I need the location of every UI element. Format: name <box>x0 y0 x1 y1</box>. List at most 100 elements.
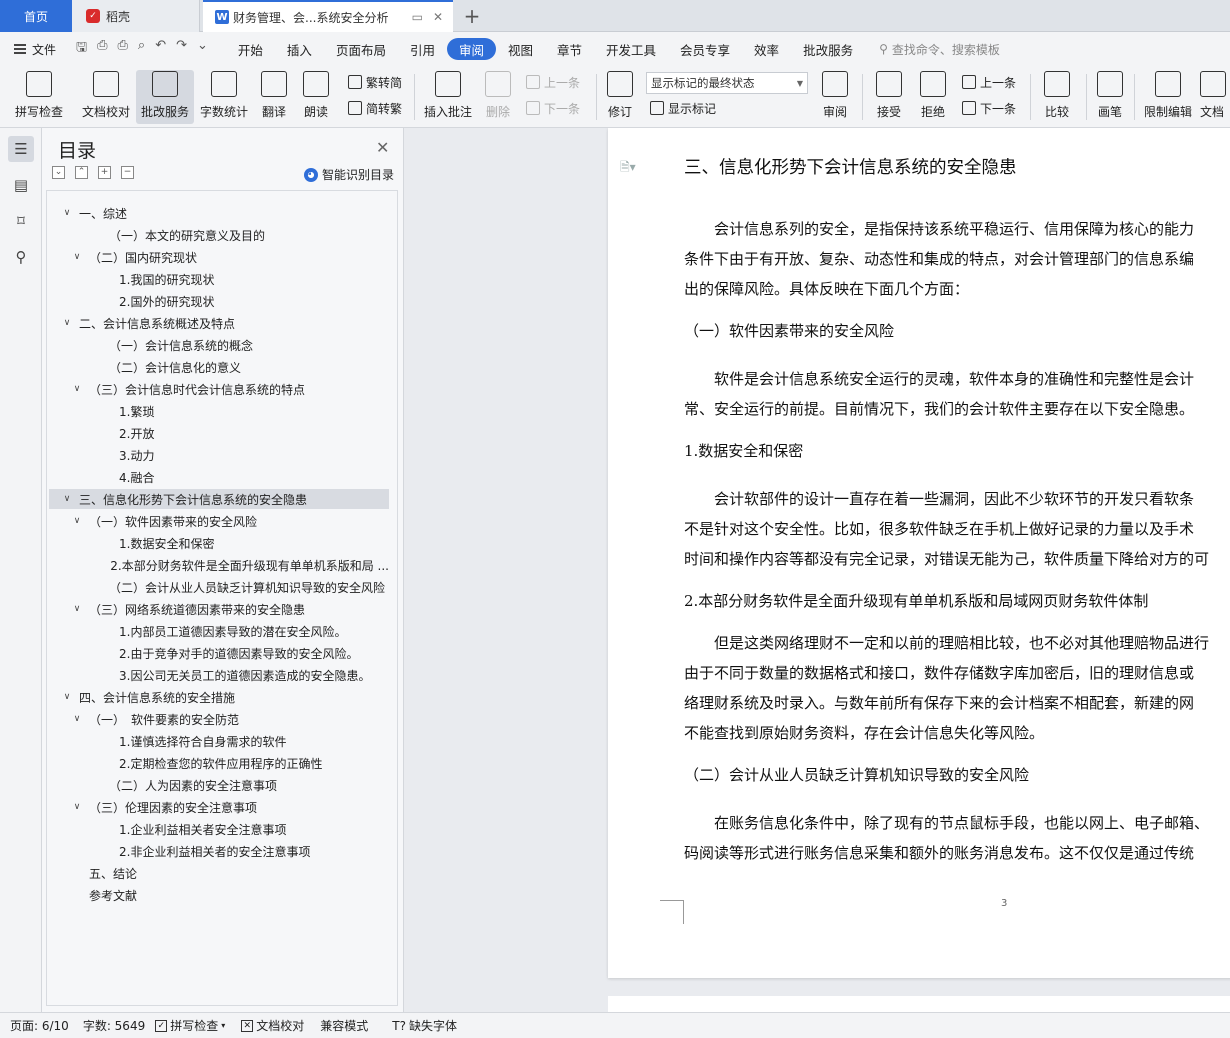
word-count-button[interactable]: 字数统计 <box>196 70 252 124</box>
file-menu[interactable]: 文件 <box>14 41 56 58</box>
toc-item[interactable]: 1.我国的研究现状 <box>49 269 389 289</box>
export-pdf-icon[interactable]: ⎙ <box>97 38 107 60</box>
new-tab-button[interactable]: + <box>460 0 484 32</box>
menu-tab[interactable]: 章节 <box>545 38 594 60</box>
read-aloud-button[interactable]: 朗读 <box>298 70 334 124</box>
menu-tab[interactable]: 页面布局 <box>324 38 398 60</box>
correction-service-button[interactable]: 批改服务 <box>136 70 194 124</box>
toc-item[interactable]: （二）人为因素的安全注意事项 <box>49 775 389 795</box>
translate-button[interactable]: 翻译 <box>256 70 292 124</box>
pen-button[interactable]: 画笔 <box>1092 70 1128 124</box>
menu-tab[interactable]: 插入 <box>275 38 324 60</box>
spell-check-status[interactable]: ✓ 拼写检查 ▾ <box>155 1017 225 1034</box>
tab-daoke[interactable]: ✓ 稻壳 <box>72 0 200 32</box>
toc-item[interactable]: ∨ （一）软件因素带来的安全风险 <box>49 511 389 531</box>
toc-item[interactable]: （一）本文的研究意义及目的 <box>49 225 389 245</box>
command-search[interactable]: ⚲ 查找命令、搜索模板 <box>879 41 1000 58</box>
toc-item[interactable]: ∨ 一、综述 <box>49 203 389 223</box>
tab-home[interactable]: 首页 <box>0 0 72 32</box>
redo-icon[interactable]: ↷ <box>176 38 187 60</box>
missing-font-status[interactable]: T? 缺失字体 <box>392 1017 457 1034</box>
toc-item[interactable]: ∨ 二、会计信息系统概述及特点 <box>49 313 389 333</box>
print-preview-icon[interactable]: ⌕ <box>138 38 145 60</box>
toc-item[interactable]: 2.本部分财务软件是全面升级现有单单机系版和局 ... <box>49 555 389 575</box>
toc-item[interactable]: 2.国外的研究现状 <box>49 291 389 311</box>
chevron-down-icon[interactable]: ∨ <box>71 516 83 526</box>
remove-heading-icon[interactable]: − <box>121 166 134 179</box>
close-tab-icon[interactable]: ✕ <box>433 10 443 24</box>
toc-item[interactable]: ∨ （三）网络系统道德因素带来的安全隐患 <box>49 599 389 619</box>
chevron-down-icon[interactable]: ∨ <box>71 604 83 614</box>
toc-item[interactable]: 参考文献 <box>49 885 389 905</box>
delete-comment-button[interactable]: 删除 <box>480 70 516 124</box>
customize-toolbar-icon[interactable]: ⌄ <box>197 38 208 60</box>
word-count-indicator[interactable]: 字数: 5649 <box>83 1017 145 1034</box>
menu-tab[interactable]: 引用 <box>398 38 447 60</box>
toc-panel-icon[interactable]: ☰ <box>8 136 34 162</box>
trad-to-simp-button[interactable]: 繁转简 <box>348 72 402 92</box>
menu-tab[interactable]: 开发工具 <box>594 38 668 60</box>
toc-item[interactable]: 2.开放 <box>49 423 389 443</box>
undo-icon[interactable]: ↶ <box>155 38 166 60</box>
find-icon[interactable]: ⚲ <box>8 244 34 270</box>
page-indicator[interactable]: 页面: 6/10 <box>10 1017 69 1034</box>
toc-item[interactable]: 3.因公司无关员工的道德因素造成的安全隐患。 <box>49 665 389 685</box>
smart-toc-button[interactable]: ◕ 智能识别目录 <box>304 166 394 183</box>
track-changes-button[interactable]: 修订 <box>600 70 640 124</box>
toc-item[interactable]: 1.数据安全和保密 <box>49 533 389 553</box>
chevron-down-icon[interactable]: ∨ <box>71 384 83 394</box>
menu-tab[interactable]: 批改服务 <box>791 38 865 60</box>
toc-item[interactable]: 3.动力 <box>49 445 389 465</box>
toc-item[interactable]: （二）会计从业人员缺乏计算机知识导致的安全风险 <box>49 577 389 597</box>
show-markup-button[interactable]: 显示标记 <box>650 98 716 118</box>
chapter-nav-icon[interactable]: ▤ <box>8 172 34 198</box>
bookmark-icon[interactable]: ⌑ <box>8 208 34 234</box>
toc-item[interactable]: ∨ （一） 软件要素的安全防范 <box>49 709 389 729</box>
chevron-down-icon[interactable]: ∨ <box>71 252 83 262</box>
prev-comment-button[interactable]: 上一条 <box>526 72 580 92</box>
toc-item[interactable]: （一）会计信息系统的概念 <box>49 335 389 355</box>
accept-change-button[interactable]: 接受 <box>870 70 908 124</box>
insert-comment-button[interactable]: 插入批注 <box>422 70 474 124</box>
toc-item[interactable]: 1.谨慎选择符合自身需求的软件 <box>49 731 389 751</box>
toc-item[interactable]: ∨ 四、会计信息系统的安全措施 <box>49 687 389 707</box>
menu-tab[interactable]: 会员专享 <box>668 38 742 60</box>
menu-tab[interactable]: 效率 <box>742 38 791 60</box>
expand-all-icon[interactable]: ⌄ <box>52 166 65 179</box>
toc-item[interactable]: ∨ （三）会计信息时代会计信息系统的特点 <box>49 379 389 399</box>
print-icon[interactable]: ⎙ <box>118 38 128 60</box>
restrict-editing-button[interactable]: 限制编辑 <box>1140 70 1196 124</box>
simp-to-trad-button[interactable]: 简转繁 <box>348 98 402 118</box>
compare-button[interactable]: 比较 <box>1036 70 1078 124</box>
collapse-all-icon[interactable]: ⌃ <box>75 166 88 179</box>
toc-item[interactable]: 1.企业利益相关者安全注意事项 <box>49 819 389 839</box>
toc-item[interactable]: 1.繁琐 <box>49 401 389 421</box>
toc-item[interactable]: ∨ （二）国内研究现状 <box>49 247 389 267</box>
doc-proofread-button[interactable]: 文档校对 <box>78 70 134 124</box>
toc-item[interactable]: （二）会计信息化的意义 <box>49 357 389 377</box>
toc-item[interactable]: ∨ （三）伦理因素的安全注意事项 <box>49 797 389 817</box>
document-rights-button[interactable]: 文档 <box>1200 70 1230 124</box>
menu-tab[interactable]: 审阅 <box>446 38 496 60</box>
page-menu-icon[interactable]: 🗎▾ <box>620 158 636 179</box>
pin-window-icon[interactable]: ▭ <box>412 10 423 24</box>
markup-state-select[interactable]: 显示标记的最终状态 ▼ <box>646 72 808 94</box>
chevron-down-icon[interactable]: ∨ <box>71 714 83 724</box>
save-icon[interactable]: 🖫 <box>76 38 87 60</box>
toc-item[interactable]: 2.定期检查您的软件应用程序的正确性 <box>49 753 389 773</box>
toc-item[interactable]: 1.内部员工道德因素导致的潜在安全风险。 <box>49 621 389 641</box>
document-page[interactable]: 🗎▾ 三、信息化形势下会计信息系统的安全隐患 3 会计信息系列的安全，是指保持该… <box>608 128 1230 978</box>
next-change-button[interactable]: 下一条 <box>962 98 1016 118</box>
chevron-down-icon[interactable]: ∨ <box>61 318 73 328</box>
proofread-status[interactable]: ✕ 文档校对 <box>241 1017 304 1034</box>
chevron-down-icon[interactable]: ∨ <box>61 208 73 218</box>
chevron-down-icon[interactable]: ∨ <box>61 494 73 504</box>
menu-tab[interactable]: 视图 <box>496 38 545 60</box>
toc-item[interactable]: 五、结论 <box>49 863 389 883</box>
toc-item[interactable]: ∨ 三、信息化形势下会计信息系统的安全隐患 <box>49 489 389 509</box>
toc-item[interactable]: 2.由于竞争对手的道德因素导致的安全风险。 <box>49 643 389 663</box>
add-heading-icon[interactable]: + <box>98 166 111 179</box>
tab-document[interactable]: W 财务管理、会...系统安全分析 ▭ ✕ <box>203 0 453 32</box>
reject-change-button[interactable]: 拒绝 <box>914 70 952 124</box>
review-pane-button[interactable]: 审阅 <box>816 70 854 124</box>
